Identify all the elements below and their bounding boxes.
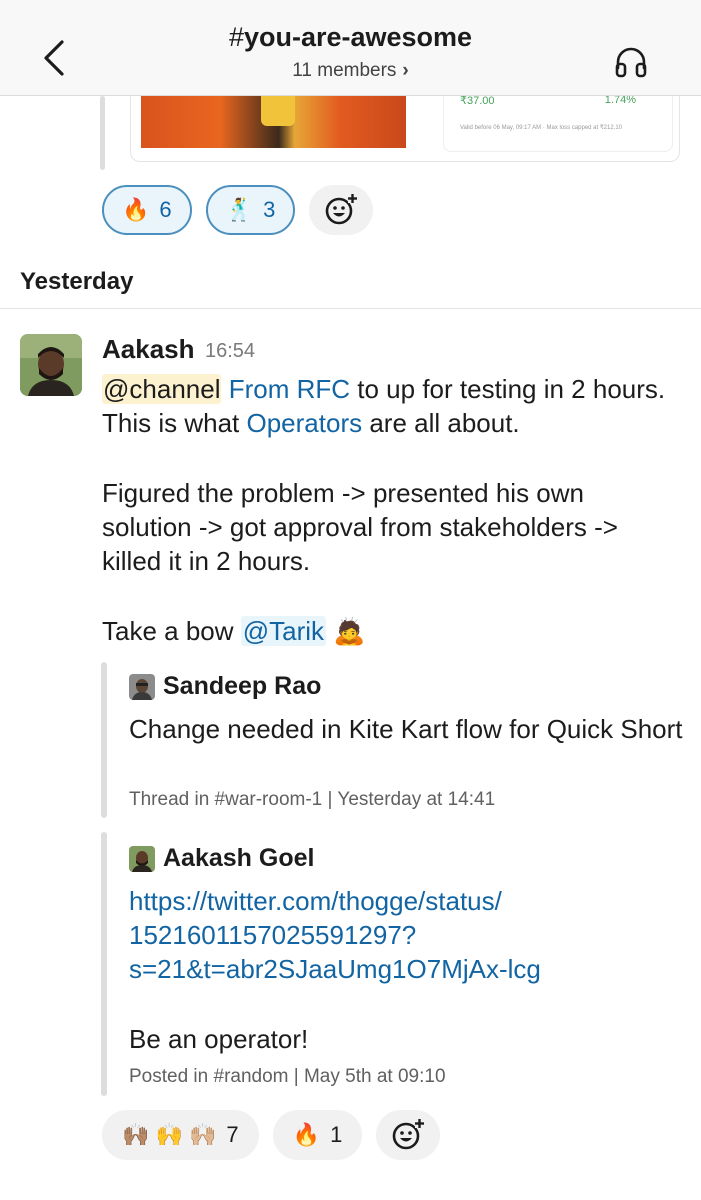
chevron-right-icon: ›	[402, 60, 409, 81]
message-text-end: are all about.	[362, 408, 520, 438]
reaction-fire[interactable]: 🔥 6	[102, 185, 192, 235]
channel-mention[interactable]: @channel	[102, 374, 222, 404]
rfc-link[interactable]: From RFC	[229, 374, 350, 404]
bow-text: Take a bow	[102, 616, 241, 646]
reaction-count: 1	[330, 1122, 343, 1147]
message-time: 16:54	[205, 340, 256, 362]
attachment-bar	[100, 96, 105, 170]
avatar-photo	[20, 334, 82, 396]
card-note: Valid before 06 May, 09:17 AM · Max loss…	[460, 125, 623, 131]
quote-author-name: Sandeep Rao	[163, 672, 322, 700]
message-paragraph-3: Take a bow @Tarik 🙇	[102, 614, 672, 648]
reaction-raised-hands[interactable]: 🙌🏽 🙌 🙌🏼 7	[102, 1110, 259, 1160]
message-reactions: 🙌🏽 🙌 🙌🏼 7 🔥 1	[102, 1110, 441, 1160]
quote-bar	[101, 832, 107, 1096]
message-paragraph-2: Figured the problem -> presented his own…	[102, 478, 618, 576]
day-divider-line	[0, 308, 701, 309]
quote-text: Change needed in Kite Kart flow for Quic…	[129, 714, 683, 744]
add-reaction-button[interactable]	[376, 1110, 441, 1160]
add-reaction-icon	[393, 1119, 425, 1150]
sender-name[interactable]: Aakash	[102, 334, 195, 365]
members-count: 11 members	[292, 60, 397, 81]
huddle-button[interactable]	[612, 44, 650, 78]
quote-meta[interactable]: Thread in #war-room-1 | Yesterday at 14:…	[129, 789, 495, 811]
tweet-link-line: 1521601157025591297?	[129, 920, 417, 950]
quote-author[interactable]: Aakash Goel	[129, 844, 314, 873]
day-divider-label: Yesterday	[20, 268, 134, 295]
quote-text: Be an operator!	[129, 1024, 309, 1054]
operators-link[interactable]: Operators	[247, 408, 363, 438]
reaction-fire[interactable]: 🔥 1	[272, 1110, 363, 1160]
tweet-link-line: https://twitter.com/thogge/status/	[129, 886, 502, 916]
add-reaction-button[interactable]	[309, 185, 374, 235]
channel-name: you-are-awesome	[243, 22, 473, 52]
channel-hash: #	[228, 22, 244, 52]
tweet-link[interactable]: https://twitter.com/thogge/status/152160…	[129, 884, 689, 986]
reaction-dancer[interactable]: 🕺 3	[205, 185, 296, 235]
photo-detail	[261, 96, 295, 126]
attachment-photo[interactable]	[141, 96, 406, 148]
attachment-preview[interactable]: ₹37.00 1.74% Valid before 06 May, 09:17 …	[130, 96, 680, 162]
quote-bar	[101, 662, 107, 818]
fire-emoji: 🔥	[122, 197, 150, 222]
members-link[interactable]: 11 members ›	[0, 60, 701, 82]
previous-reactions: 🔥 6 🕺 3	[102, 185, 374, 235]
fire-emoji: 🔥	[292, 1122, 321, 1147]
card-value-right: 1.74%	[604, 96, 636, 106]
avatar[interactable]	[20, 334, 82, 396]
bow-emoji: 🙇	[333, 616, 366, 646]
mini-avatar	[129, 845, 155, 872]
quote-meta[interactable]: Posted in #random | May 5th at 09:10	[129, 1066, 446, 1088]
mini-avatar	[129, 673, 155, 700]
headphones-icon	[615, 47, 647, 78]
reaction-count: 6	[159, 197, 172, 222]
dancer-emoji: 🕺	[225, 197, 254, 222]
tweet-link-line: s=21&t=abr2SJaaUmg1O7MjAx-lcg	[129, 954, 541, 984]
quote-author-name: Aakash Goel	[163, 844, 315, 872]
reaction-count: 7	[226, 1122, 239, 1147]
user-mention[interactable]: @Tarik	[240, 616, 327, 646]
channel-title[interactable]: #you-are-awesome	[0, 22, 701, 53]
quote-author[interactable]: Sandeep Rao	[129, 672, 321, 701]
channel-header: #you-are-awesome 11 members ›	[0, 0, 701, 96]
message-paragraph-1: @channel From RFC to up for testing in 2…	[102, 372, 672, 440]
attachment-card: ₹37.00 1.74% Valid before 06 May, 09:17 …	[443, 96, 673, 152]
add-reaction-icon	[326, 194, 358, 225]
reaction-count: 3	[263, 197, 276, 222]
card-value-left: ₹37.00	[460, 96, 495, 107]
raised-hands-emoji: 🙌🏽 🙌 🙌🏼	[122, 1122, 217, 1147]
